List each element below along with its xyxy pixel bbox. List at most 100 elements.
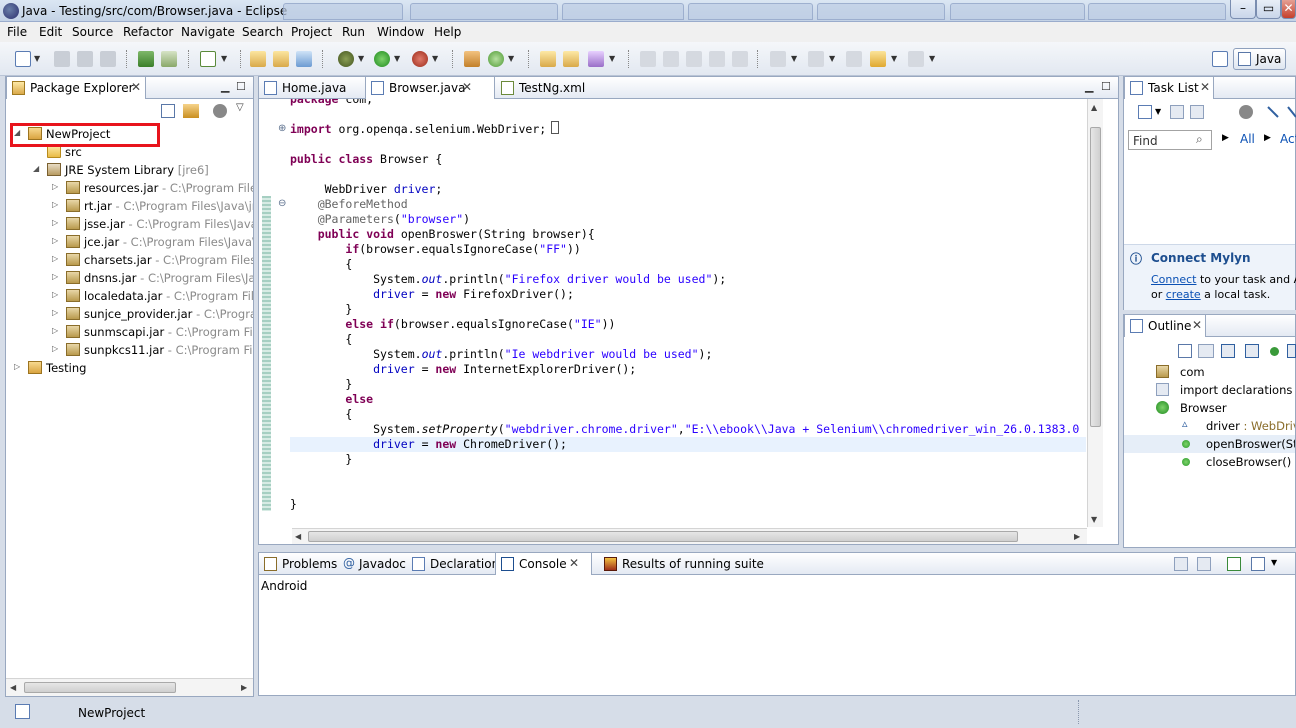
chevron-down-icon[interactable]: ▼ — [358, 54, 364, 63]
open-perspective-icon[interactable] — [1212, 51, 1228, 67]
chevron-down-icon[interactable]: ▼ — [791, 54, 797, 63]
all-link[interactable]: All — [1240, 132, 1255, 146]
collapsed-twisty-icon[interactable]: ▷ — [52, 308, 58, 317]
open-task-icon[interactable] — [563, 51, 579, 67]
collapsed-twisty-icon[interactable]: ▷ — [52, 218, 58, 227]
last-edit-location-icon[interactable] — [846, 51, 862, 67]
editor-horizontal-scrollbar[interactable]: ◀ ▶ — [292, 528, 1087, 544]
scroll-left-icon[interactable]: ◀ — [10, 683, 16, 692]
maximize-view-icon[interactable]: ☐ — [236, 80, 246, 93]
code-line[interactable]: if(browser.equalsIgnoreCase("FF")) — [290, 242, 1086, 257]
code-line[interactable] — [290, 167, 1086, 182]
create-link[interactable]: create — [1166, 288, 1201, 301]
close-button[interactable]: ✕ — [1281, 0, 1296, 19]
editor-vertical-scrollbar[interactable]: ▲ ▼ — [1087, 99, 1103, 527]
code-line[interactable]: public void openBroswer(String browser){ — [290, 227, 1086, 242]
scrollbar-thumb[interactable] — [1090, 127, 1101, 427]
outline-item[interactable]: Browser — [1124, 399, 1295, 417]
horizontal-scrollbar[interactable]: ◀ ▶ — [6, 678, 253, 696]
show-pilcrow-icon[interactable] — [732, 51, 748, 67]
expanded-twisty-icon[interactable]: ◢ — [33, 164, 39, 173]
tab-task-list[interactable]: Task List ✕ — [1124, 77, 1214, 99]
open-console-icon[interactable] — [161, 51, 177, 67]
save-all-icon[interactable] — [77, 51, 93, 67]
java-perspective-button[interactable]: Java — [1233, 48, 1286, 70]
menu-source[interactable]: Source — [72, 25, 113, 39]
collapsed-twisty-icon[interactable]: ▷ — [52, 344, 58, 353]
new-package-icon[interactable] — [273, 51, 289, 67]
new-java-project-icon[interactable] — [250, 51, 266, 67]
new-task-icon[interactable] — [1138, 105, 1152, 119]
code-line[interactable]: else if(browser.equalsIgnoreCase("IE")) — [290, 317, 1086, 332]
next-annotation-icon[interactable] — [770, 51, 786, 67]
collapsed-twisty-icon[interactable]: ▷ — [52, 200, 58, 209]
pin-console-icon[interactable] — [1174, 557, 1188, 571]
scrollbar-thumb[interactable] — [308, 531, 1018, 542]
menu-help[interactable]: Help — [434, 25, 461, 39]
chevron-down-icon[interactable]: ▼ — [432, 54, 438, 63]
code-line[interactable] — [290, 137, 1086, 152]
tab-package-explorer[interactable]: Package Explorer ✕ — [6, 77, 146, 99]
collapsed-twisty-icon[interactable]: ▷ — [52, 290, 58, 299]
outline-item[interactable]: openBroswer(Stri — [1124, 435, 1295, 453]
code-line[interactable]: } — [290, 452, 1086, 467]
code-line[interactable]: else — [290, 392, 1086, 407]
menu-search[interactable]: Search — [242, 25, 283, 39]
display-console-icon[interactable] — [1197, 557, 1211, 571]
run-icon[interactable] — [374, 51, 390, 67]
close-tab-icon[interactable]: ✕ — [462, 80, 472, 94]
code-editor[interactable]: package com; import org.openqa.selenium.W… — [290, 94, 1086, 514]
previous-annotation-icon[interactable] — [808, 51, 824, 67]
open-type-icon[interactable] — [540, 51, 556, 67]
code-line[interactable] — [290, 482, 1086, 497]
chevron-down-icon[interactable]: ▼ — [891, 54, 897, 63]
new-file-icon[interactable] — [15, 51, 31, 67]
forward-arrow-icon[interactable] — [908, 51, 924, 67]
close-tab-icon[interactable]: ✕ — [569, 556, 579, 570]
link-with-editor-icon[interactable] — [183, 104, 199, 118]
close-tab-icon[interactable]: ✕ — [1192, 318, 1202, 332]
open-console-icon[interactable] — [1227, 557, 1241, 571]
view-menu-icon[interactable] — [213, 104, 227, 118]
collapsed-twisty-icon[interactable]: ▷ — [52, 326, 58, 335]
collapsed-twisty-icon[interactable]: ▷ — [52, 236, 58, 245]
menu-file[interactable]: File — [7, 25, 27, 39]
code-line[interactable] — [290, 107, 1086, 122]
code-line[interactable]: { — [290, 407, 1086, 422]
code-line[interactable]: { — [290, 257, 1086, 272]
fast-view-icon[interactable] — [15, 704, 30, 719]
code-line[interactable]: System.out.println("Firefox driver would… — [290, 272, 1086, 287]
categorized-icon[interactable] — [1170, 105, 1184, 119]
chevron-down-icon[interactable]: ▼ — [34, 54, 40, 63]
minimize-button[interactable]: – — [1230, 0, 1256, 19]
print-icon[interactable] — [100, 51, 116, 67]
sort-icon[interactable] — [1198, 344, 1214, 358]
chevron-down-icon[interactable]: ▼ — [221, 54, 227, 63]
menu-run[interactable]: Run — [342, 25, 365, 39]
tab-outline[interactable]: Outline ✕ — [1124, 315, 1206, 337]
code-line[interactable]: } — [290, 497, 1086, 512]
code-line[interactable]: { — [290, 332, 1086, 347]
chevron-down-icon[interactable]: ▼ — [1271, 558, 1277, 567]
new-java-class-icon[interactable] — [488, 51, 504, 67]
debug-icon[interactable] — [338, 51, 354, 67]
expand-fold-icon[interactable]: ⊕ — [278, 123, 286, 134]
hide-static-icon[interactable] — [1245, 344, 1259, 358]
menu-edit[interactable]: Edit — [39, 25, 62, 39]
activate-link[interactable]: Act — [1280, 132, 1296, 146]
tab-console[interactable]: Console ✕ — [495, 553, 592, 575]
clear-icon[interactable] — [1286, 105, 1296, 119]
folded-import-marker-icon[interactable] — [551, 121, 559, 134]
scroll-up-icon[interactable]: ▲ — [1091, 103, 1097, 112]
code-line[interactable] — [290, 467, 1086, 482]
console-view-icon[interactable] — [1251, 557, 1265, 571]
code-line[interactable]: driver = new InternetExplorerDriver(); — [290, 362, 1086, 377]
scheduled-icon[interactable] — [1190, 105, 1204, 119]
menu-project[interactable]: Project — [291, 25, 332, 39]
collapse-all-icon[interactable] — [1178, 344, 1192, 358]
code-line[interactable]: driver = new FirefoxDriver(); — [290, 287, 1086, 302]
outline-item[interactable]: closeBrowser() : v — [1124, 453, 1295, 471]
back-arrow-icon[interactable] — [870, 51, 886, 67]
toggle-mark-occurrences-icon[interactable] — [640, 51, 656, 67]
hide-fields-icon[interactable] — [1221, 344, 1235, 358]
